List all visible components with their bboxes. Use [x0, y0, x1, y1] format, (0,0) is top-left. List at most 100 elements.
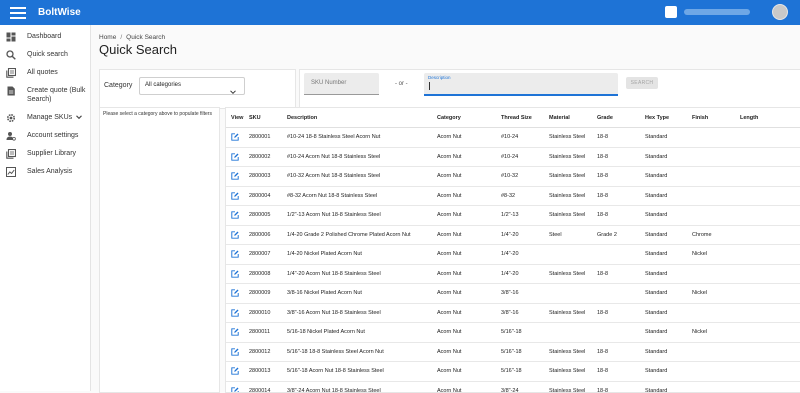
cell-category: Acorn Nut — [432, 362, 496, 382]
cell-sku: 2800010 — [244, 303, 282, 323]
table-row: 2800002#10-24 Acorn Nut 18-8 Stainless S… — [226, 147, 800, 167]
view-cell — [226, 206, 244, 226]
results-table: View SKU Description Category Thread Siz… — [226, 108, 800, 393]
cell-grade — [592, 245, 640, 265]
document-icon — [6, 86, 16, 96]
avatar[interactable] — [772, 4, 788, 20]
cell-sku: 2800006 — [244, 225, 282, 245]
cell-description: #8-32 Acorn Nut 18-8 Stainless Steel — [282, 186, 432, 206]
cell-thread-size: 1/4"-20 — [496, 225, 544, 245]
table-row: 2800003#10-32 Acorn Nut 18-8 Stainless S… — [226, 167, 800, 187]
breadcrumb-home[interactable]: Home — [99, 34, 116, 41]
edit-icon[interactable] — [231, 387, 239, 393]
cell-length — [735, 206, 800, 226]
cell-length — [735, 264, 800, 284]
cell-grade: 18-8 — [592, 342, 640, 362]
cell-thread-size: #8-32 — [496, 186, 544, 206]
cell-category: Acorn Nut — [432, 323, 496, 343]
cell-grade: 18-8 — [592, 206, 640, 226]
category-select[interactable]: All categories — [139, 77, 245, 95]
column-header-category: Category — [432, 108, 496, 128]
edit-icon[interactable] — [231, 328, 239, 336]
cell-description: 5/16"-18 Acorn Nut 18-8 Stainless Steel — [282, 362, 432, 382]
edit-icon[interactable] — [231, 309, 239, 317]
cell-category: Acorn Nut — [432, 342, 496, 362]
page-title: Quick Search — [99, 42, 177, 57]
cell-description: #10-24 18-8 Stainless Steel Acorn Nut — [282, 128, 432, 148]
cell-grade — [592, 323, 640, 343]
cell-sku: 2800003 — [244, 167, 282, 187]
account-icon[interactable] — [665, 6, 677, 18]
cell-thread-size: 3/8"-24 — [496, 381, 544, 393]
cell-category: Acorn Nut — [432, 128, 496, 148]
sidebar-item-supplier-library[interactable]: Supplier Library — [0, 149, 90, 159]
table-row: 28000081/4"-20 Acorn Nut 18-8 Stainless … — [226, 264, 800, 284]
cell-category: Acorn Nut — [432, 381, 496, 393]
cell-material: Stainless Steel — [544, 206, 592, 226]
edit-icon[interactable] — [231, 211, 239, 219]
results-table-panel: View SKU Description Category Thread Siz… — [225, 107, 800, 393]
edit-icon[interactable] — [231, 289, 239, 297]
sidebar-item-account-settings[interactable]: Account settings — [0, 131, 90, 141]
view-cell — [226, 245, 244, 265]
view-cell — [226, 264, 244, 284]
view-cell — [226, 167, 244, 187]
cell-description: 1/4"-20 Acorn Nut 18-8 Stainless Steel — [282, 264, 432, 284]
edit-icon[interactable] — [231, 192, 239, 200]
sidebar-item-create-quote[interactable]: Create quote (Bulk Search) — [0, 86, 90, 104]
cell-sku: 2800004 — [244, 186, 282, 206]
edit-icon[interactable] — [231, 270, 239, 278]
cell-hex-type: Standard — [640, 186, 687, 206]
cell-length — [735, 381, 800, 393]
sidebar-item-dashboard[interactable]: Dashboard — [0, 32, 90, 42]
description-input[interactable]: Description — [424, 73, 618, 96]
sidebar-item-quick-search[interactable]: Quick search — [0, 50, 90, 60]
cell-hex-type: Standard — [640, 362, 687, 382]
dashboard-icon — [6, 32, 16, 42]
chevron-down-icon[interactable] — [76, 114, 82, 120]
cell-category: Acorn Nut — [432, 264, 496, 284]
cell-grade: 18-8 — [592, 167, 640, 187]
cell-finish — [687, 381, 735, 393]
edit-icon[interactable] — [231, 250, 239, 258]
edit-icon[interactable] — [231, 231, 239, 239]
table-row: 28000143/8"-24 Acorn Nut 18-8 Stainless … — [226, 381, 800, 393]
category-label: Category — [104, 82, 132, 89]
account-name-redacted[interactable] — [684, 9, 750, 15]
filters-hint: Please select a category above to popula… — [103, 111, 212, 117]
search-button[interactable]: SEARCH — [626, 77, 658, 89]
category-select-value: All categories — [145, 82, 181, 88]
cell-thread-size: 1/4"-20 — [496, 245, 544, 265]
cell-finish — [687, 206, 735, 226]
sidebar-item-label: Supplier Library — [27, 149, 76, 158]
cell-description: 3/8-16 Nickel Plated Acorn Nut — [282, 284, 432, 304]
sidebar-item-sales-analysis[interactable]: Sales Analysis — [0, 167, 90, 177]
cell-description: #10-32 Acorn Nut 18-8 Stainless Steel — [282, 167, 432, 187]
cell-length — [735, 303, 800, 323]
sidebar-item-manage-skus[interactable]: Manage SKUs — [0, 113, 90, 123]
breadcrumb-current: Quick Search — [126, 34, 165, 41]
edit-icon[interactable] — [231, 172, 239, 180]
menu-icon[interactable] — [10, 7, 26, 19]
edit-icon[interactable] — [231, 367, 239, 375]
cell-hex-type: Standard — [640, 342, 687, 362]
column-header-sku: SKU — [244, 108, 282, 128]
cell-length — [735, 323, 800, 343]
table-header-row: View SKU Description Category Thread Siz… — [226, 108, 800, 128]
cell-material: Stainless Steel — [544, 167, 592, 187]
cell-sku: 2800012 — [244, 342, 282, 362]
edit-icon[interactable] — [231, 153, 239, 161]
sidebar-item-all-quotes[interactable]: All quotes — [0, 68, 90, 78]
cell-thread-size: 1/4"-20 — [496, 264, 544, 284]
app-bar: BoltWise — [0, 0, 800, 25]
column-header-description: Description — [282, 108, 432, 128]
table-row: 28000125/16"-18 18-8 Stainless Steel Aco… — [226, 342, 800, 362]
cell-description: 1/4-20 Grade 2 Polished Chrome Plated Ac… — [282, 225, 432, 245]
edit-icon[interactable] — [231, 133, 239, 141]
edit-icon[interactable] — [231, 348, 239, 356]
cell-material — [544, 245, 592, 265]
cell-thread-size: #10-24 — [496, 128, 544, 148]
description-label: Description — [428, 75, 451, 80]
sku-number-input[interactable]: SKU Number — [304, 73, 379, 95]
cell-thread-size: 5/16"-18 — [496, 362, 544, 382]
